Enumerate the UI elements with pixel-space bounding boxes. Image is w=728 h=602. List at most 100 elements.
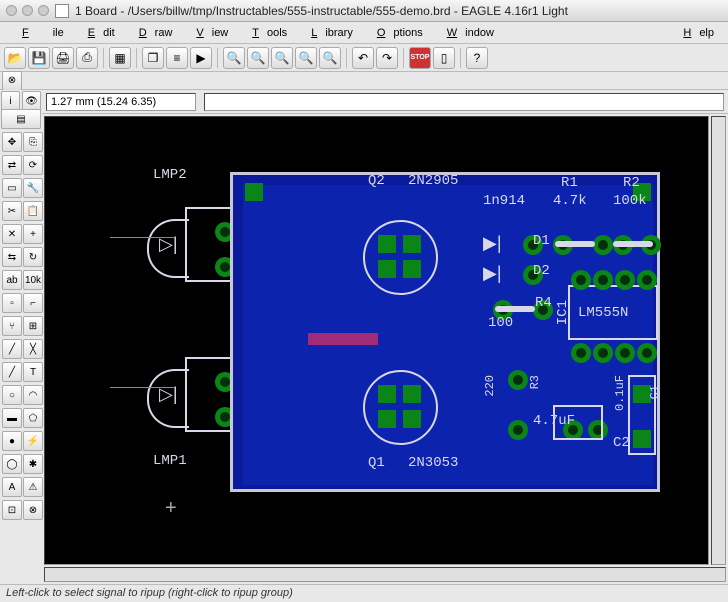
zoom-in-button[interactable]: 🔍 [247, 47, 269, 69]
ripup-tool[interactable]: ╳ [23, 339, 43, 359]
run-button[interactable]: ▶ [190, 47, 212, 69]
show-tool[interactable]: 👁 [22, 91, 41, 111]
print-button[interactable]: 🖨 [52, 47, 74, 69]
c2-label: C2 [613, 435, 630, 451]
go-button[interactable]: ▯ [433, 47, 455, 69]
save-button[interactable]: 💾 [28, 47, 50, 69]
menu-options[interactable]: Options [361, 25, 431, 41]
name-tool[interactable]: ab [2, 270, 22, 290]
menubar: File Edit Draw View Tools Library Option… [0, 22, 728, 44]
d1-label: D1 [533, 233, 550, 249]
layers-tool[interactable]: ▤ [1, 109, 41, 129]
errors-tool[interactable]: ⊗ [23, 500, 43, 520]
delete-tool[interactable]: ✕ [2, 224, 22, 244]
q1-value: 2N3053 [408, 455, 458, 471]
script-button[interactable]: ≡ [166, 47, 188, 69]
ripup-mode-icon[interactable]: ⊗ [2, 71, 22, 91]
route-tool[interactable]: ╱ [2, 339, 22, 359]
signal-tool[interactable]: ⚡ [23, 431, 43, 451]
ic1-label: IC1 [555, 300, 571, 325]
board-button[interactable]: ▦ [109, 47, 131, 69]
c1-label: C1 [648, 385, 662, 399]
move-tool[interactable]: ✥ [2, 132, 22, 152]
zoom-out-button[interactable]: 🔍 [271, 47, 293, 69]
drc-tool[interactable]: ⊡ [2, 500, 22, 520]
change-tool[interactable]: 🔧 [23, 178, 43, 198]
d2-symbol: ▶| [483, 263, 502, 284]
lmp2-label: LMP2 [153, 167, 187, 183]
arc-tool[interactable]: ◠ [23, 385, 43, 405]
vertical-scrollbar[interactable] [711, 116, 726, 565]
menu-edit[interactable]: Edit [72, 25, 123, 41]
coord-bar: 1.27 mm (15.24 6.35) [42, 90, 728, 114]
cam-button[interactable]: ⎙ [76, 47, 98, 69]
paste-tool[interactable]: 📋 [23, 201, 43, 221]
auto-tool[interactable]: A [2, 477, 22, 497]
via-tool[interactable]: ● [2, 431, 22, 451]
undo-button[interactable]: ↶ [352, 47, 374, 69]
miter-tool[interactable]: ⌐ [23, 293, 43, 313]
d2-label: D2 [533, 263, 550, 279]
menu-draw[interactable]: Draw [123, 25, 181, 41]
status-bar: Left-click to select signal to ripup (ri… [0, 584, 728, 602]
text-tool[interactable]: T [23, 362, 43, 382]
group-tool[interactable]: ▭ [2, 178, 22, 198]
q2-value: 2N2905 [408, 173, 458, 189]
add-tool[interactable]: + [23, 224, 43, 244]
smash-tool[interactable]: ▫ [2, 293, 22, 313]
r1-label: R1 [561, 175, 578, 191]
wire-tool[interactable]: ╱ [2, 362, 22, 382]
split-tool[interactable]: ⑂ [2, 316, 22, 336]
zoom-icon[interactable] [38, 5, 49, 16]
stop-button[interactable]: STOP [409, 47, 431, 69]
replace-tool[interactable]: ↻ [23, 247, 43, 267]
hole-tool[interactable]: ◯ [2, 454, 22, 474]
cut-tool[interactable]: ✂ [2, 201, 22, 221]
sheet-button[interactable]: ❐ [142, 47, 164, 69]
lmp1-label: LMP1 [153, 453, 187, 469]
rect-tool[interactable]: ▬ [2, 408, 22, 428]
r1-value: 4.7k [553, 193, 587, 209]
zoom-redraw-button[interactable]: 🔍 [295, 47, 317, 69]
r3-value: 4.7uF [533, 413, 575, 429]
q2-outline [363, 220, 438, 295]
menu-tools[interactable]: Tools [236, 25, 295, 41]
polygon-tool[interactable]: ⬠ [23, 408, 43, 428]
command-input[interactable] [204, 93, 724, 111]
menu-view[interactable]: View [180, 25, 236, 41]
copy-tool[interactable]: ⎘ [23, 132, 43, 152]
board-canvas[interactable]: ▷| ▷| [44, 116, 709, 565]
d1-symbol: ▶| [483, 233, 502, 254]
tool-palette: i 👁 ▤ ✥ ⎘ ⇄ ⟳ ▭ 🔧 ✂ 📋 ✕ + ⇆ ↻ ab 10k ▫ ⌐… [0, 90, 42, 584]
info-tool[interactable]: i [1, 91, 20, 111]
help-button[interactable]: ? [466, 47, 488, 69]
titlebar: 1 Board - /Users/billw/tmp/Instructables… [0, 0, 728, 22]
menu-file[interactable]: File [6, 25, 72, 41]
menu-library[interactable]: Library [295, 25, 361, 41]
zoom-fit-button[interactable]: 🔍 [223, 47, 245, 69]
horizontal-scrollbar[interactable] [44, 567, 726, 582]
q2-label: Q2 [368, 173, 385, 189]
document-icon [55, 4, 69, 18]
ratsnest-tool[interactable]: ✱ [23, 454, 43, 474]
zoom-select-button[interactable]: 🔍 [319, 47, 341, 69]
close-icon[interactable] [6, 5, 17, 16]
open-button[interactable]: 📂 [4, 47, 26, 69]
main-toolbar: 📂 💾 🖨 ⎙ ▦ ❐ ≡ ▶ 🔍 🔍 🔍 🔍 🔍 ↶ ↷ STOP ▯ ? [0, 44, 728, 72]
rotate-tool[interactable]: ⟳ [23, 155, 43, 175]
erc-tool[interactable]: ⚠ [23, 477, 43, 497]
mirror-tool[interactable]: ⇄ [2, 155, 22, 175]
parameter-bar: ⊗ [0, 72, 728, 90]
value-tool[interactable]: 10k [23, 270, 43, 290]
circle-tool[interactable]: ○ [2, 385, 22, 405]
menu-window[interactable]: Window [431, 25, 502, 41]
redo-button[interactable]: ↷ [376, 47, 398, 69]
optimize-tool[interactable]: ⊞ [23, 316, 43, 336]
r4-value: 100 [488, 315, 513, 331]
r3-num: 220 [483, 375, 497, 397]
menu-help[interactable]: Help [667, 25, 722, 41]
minimize-icon[interactable] [22, 5, 33, 16]
q1-outline [363, 370, 438, 445]
pinswap-tool[interactable]: ⇆ [2, 247, 22, 267]
ic1-value: LM555N [578, 305, 628, 321]
